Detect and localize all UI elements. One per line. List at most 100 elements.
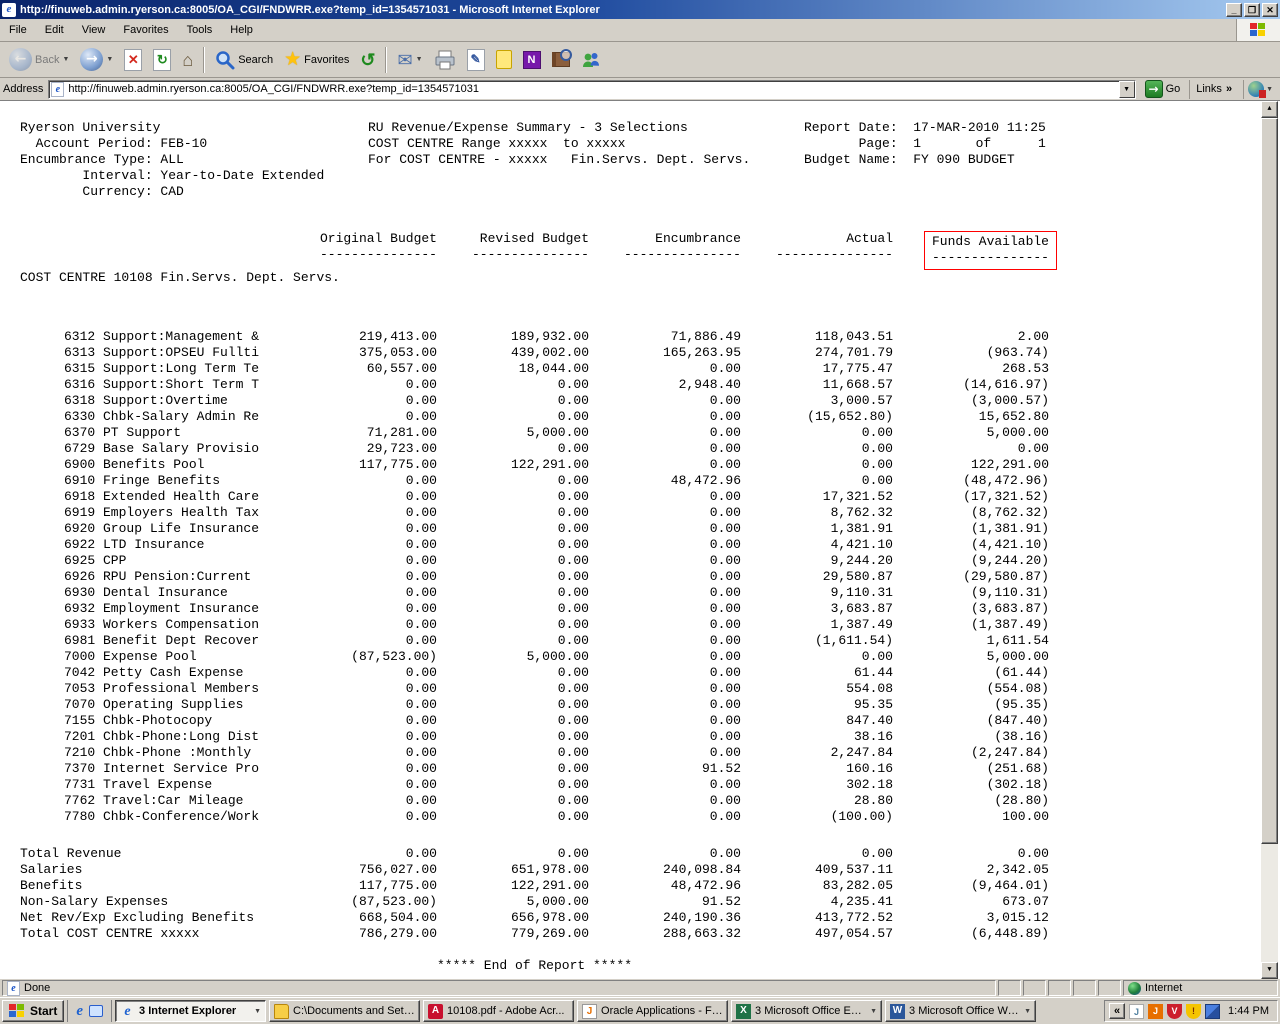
group-dropdown-icon[interactable]: ▼: [870, 1008, 877, 1015]
back-dropdown-icon[interactable]: ▼: [62, 56, 69, 63]
scroll-up-icon[interactable]: ▲: [1261, 101, 1278, 118]
close-button[interactable]: ✕: [1262, 2, 1278, 17]
security-tray-icon[interactable]: !: [1186, 1003, 1202, 1019]
print-button[interactable]: [429, 47, 461, 73]
onenote-button[interactable]: N: [518, 48, 546, 72]
amount-cell: 17,775.47: [822, 361, 893, 376]
status-text: Done: [24, 982, 51, 994]
taskbar-button-folder[interactable]: C:\Documents and Setti...: [269, 1000, 421, 1022]
windows-logo: [1236, 19, 1280, 41]
java-tray-icon[interactable]: J: [1129, 1003, 1145, 1019]
amount-cell: 274,701.79: [814, 345, 893, 360]
mail-dropdown-icon[interactable]: ▼: [416, 56, 423, 63]
amount-cell: (9,110.31): [970, 585, 1049, 600]
start-button[interactable]: Start: [2, 1000, 65, 1022]
notes-button[interactable]: [491, 47, 517, 72]
adobe-pdf-button[interactable]: ▼: [1243, 79, 1277, 99]
amount-cell: 0.00: [405, 537, 437, 552]
amount-cell: 0.00: [557, 617, 589, 632]
minimize-button[interactable]: _: [1226, 2, 1242, 17]
back-button[interactable]: ← Back ▼: [4, 45, 74, 74]
stop-button[interactable]: ✕: [119, 46, 147, 74]
search-button[interactable]: Search: [210, 47, 278, 73]
account-label: 6316 Support:Short Term T: [64, 377, 260, 392]
menu-tools[interactable]: Tools: [178, 19, 222, 41]
amount-cell: 48,472.96: [670, 878, 741, 893]
taskbar-clock: 1:44 PM: [1228, 1005, 1269, 1017]
menu-file[interactable]: File: [0, 19, 36, 41]
amount-cell: 0.00: [405, 409, 437, 424]
history-button[interactable]: ↺: [355, 46, 380, 74]
scrollbar-thumb[interactable]: [1261, 118, 1278, 844]
taskbar-button-excel[interactable]: X3 Microsoft Office Excel ▼: [731, 1000, 883, 1022]
taskbar-button-ie[interactable]: e 3 Internet Explorer ▼: [115, 1000, 267, 1022]
quick-launch: e: [67, 1000, 113, 1022]
home-icon: ⌂: [182, 49, 194, 70]
account-label: 6313 Support:OPSEU Fullti: [64, 345, 260, 360]
amount-cell: 0.00: [709, 489, 741, 504]
address-dropdown-icon[interactable]: ▼: [1118, 80, 1135, 98]
research-button[interactable]: [547, 49, 575, 70]
amount-cell: 673.07: [1002, 894, 1049, 909]
total-label: Total COST CENTRE xxxxx: [20, 926, 200, 941]
taskbar: Start e e 3 Internet Explorer ▼ C:\Document…: [0, 997, 1280, 1024]
restore-button[interactable]: ❐: [1244, 2, 1260, 17]
refresh-button[interactable]: ↻: [148, 46, 176, 74]
show-desktop-icon[interactable]: [89, 1005, 104, 1017]
totals-rows: Total Revenue 0.00 0.00 0.00 0.00 0.00 Salarie…: [20, 846, 1049, 942]
account-label: 7201 Chbk-Phone:Long Dist: [64, 729, 260, 744]
amount-cell: (100.00): [830, 809, 893, 824]
column-original-budget: Original Budget ---------------: [319, 231, 437, 262]
vipre-tray-icon[interactable]: V: [1167, 1003, 1183, 1019]
menu-edit[interactable]: Edit: [36, 19, 73, 41]
forward-button[interactable]: → ▼: [75, 45, 118, 74]
amount-cell: 268.53: [1002, 361, 1049, 376]
mail-button[interactable]: ✉ ▼: [392, 46, 427, 74]
table-row: 6729 Base Salary Provisio 29,723.00 0.00 0.…: [20, 441, 1049, 457]
menu-favorites[interactable]: Favorites: [114, 19, 177, 41]
account-label: 6729 Base Salary Provisio: [64, 441, 260, 456]
favorites-button[interactable]: ★ Favorites: [279, 45, 354, 74]
links-button[interactable]: Links »: [1189, 79, 1238, 99]
address-input[interactable]: e http://finuweb.admin.ryerson.ca:8005/O…: [48, 79, 1136, 99]
scroll-down-icon[interactable]: ▼: [1261, 962, 1278, 979]
taskbar-button-label: C:\Documents and Setti...: [293, 1005, 416, 1017]
network-tray-icon[interactable]: [1205, 1003, 1221, 1019]
group-dropdown-icon[interactable]: ▼: [1024, 1008, 1031, 1015]
stop-icon: ✕: [124, 48, 143, 71]
amount-cell: 0.00: [405, 633, 437, 648]
menu-help[interactable]: Help: [221, 19, 262, 41]
account-label: 7042 Petty Cash Expense: [64, 665, 244, 680]
table-row: 6932 Employment Insurance 0.00 0.00 0.00 3,6…: [20, 601, 1049, 617]
amount-cell: (17,321.52): [963, 489, 1049, 504]
edit-button[interactable]: ✎: [462, 46, 490, 74]
messenger-button[interactable]: [576, 47, 606, 73]
account-label: 6922 LTD Insurance: [64, 537, 205, 552]
table-row: 7762 Travel:Car Mileage 0.00 0.00 0.00 28.80…: [20, 793, 1049, 809]
amount-cell: 122,291.00: [510, 457, 589, 472]
amount-cell: 61.44: [853, 665, 893, 680]
go-button[interactable]: → Go: [1141, 80, 1185, 98]
home-button[interactable]: ⌂: [177, 46, 198, 74]
total-label: Benefits: [20, 878, 83, 893]
ie-quicklaunch-icon[interactable]: e: [76, 1003, 83, 1019]
tray-chevron-icon[interactable]: «: [1109, 1003, 1126, 1019]
forward-dropdown-icon[interactable]: ▼: [106, 56, 113, 63]
taskbar-button-java[interactable]: J Oracle Applications - FI...: [577, 1000, 729, 1022]
table-row: 7000 Expense Pool (87,523.00) 5,000.00 0.00…: [20, 649, 1049, 665]
table-row: Non-Salary Expenses (87,523.00) 5,000.00 91…: [20, 894, 1049, 910]
java-orange-tray-icon[interactable]: J: [1148, 1003, 1164, 1019]
vertical-scrollbar[interactable]: ▲ ▼: [1261, 101, 1278, 979]
taskbar-button-pdf[interactable]: A 10108.pdf - Adobe Acr...: [423, 1000, 575, 1022]
amount-cell: 0.00: [557, 505, 589, 520]
amount-cell: 0.00: [557, 553, 589, 568]
taskbar-button-word[interactable]: W3 Microsoft Office Word ▼: [885, 1000, 1037, 1022]
amount-cell: 0.00: [557, 846, 589, 861]
amount-cell: 0.00: [709, 777, 741, 792]
group-dropdown-icon[interactable]: ▼: [254, 1008, 261, 1015]
amount-cell: 5,000.00: [526, 894, 589, 909]
adobe-dropdown-icon[interactable]: ▼: [1266, 86, 1273, 93]
menu-view[interactable]: View: [73, 19, 115, 41]
amount-cell: 0.00: [861, 846, 893, 861]
table-row: 6330 Chbk-Salary Admin Re 0.00 0.00 0.00 (15…: [20, 409, 1049, 425]
